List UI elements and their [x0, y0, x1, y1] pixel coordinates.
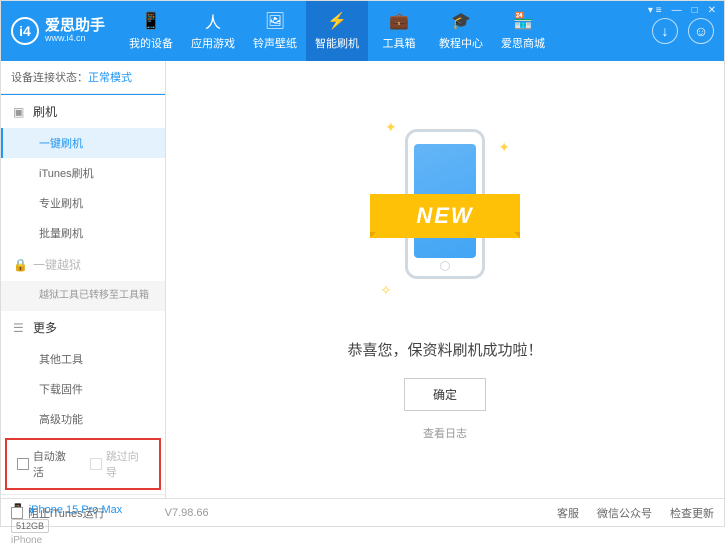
sidebar-item-batch-flash[interactable]: 批量刷机: [1, 218, 165, 248]
jailbreak-note: 越狱工具已转移至工具箱: [1, 281, 165, 311]
sidebar-section-more[interactable]: ☰更多: [1, 311, 165, 344]
sidebar-item-itunes-flash[interactable]: iTunes刷机: [1, 158, 165, 188]
sidebar-item-advanced[interactable]: 高级功能: [1, 404, 165, 434]
version-label: V7.98.66: [165, 507, 209, 519]
minimize-icon[interactable]: —: [672, 5, 682, 16]
sidebar-item-other-tools[interactable]: 其他工具: [1, 344, 165, 374]
nav-store[interactable]: 🏪爱思商城: [492, 1, 554, 61]
flash-section-icon: ▣: [13, 105, 27, 119]
profile-button[interactable]: ☺: [688, 18, 714, 44]
toolbox-icon: 💼: [389, 11, 409, 31]
sidebar-item-pro-flash[interactable]: 专业刷机: [1, 188, 165, 218]
maximize-icon[interactable]: □: [692, 5, 698, 16]
store-icon: 🏪: [513, 11, 533, 31]
block-itunes-checkbox[interactable]: 阻止iTunes运行: [11, 505, 105, 521]
sidebar-item-oneclick-flash[interactable]: 一键刷机: [1, 128, 165, 158]
sidebar: 设备连接状态：正常模式 ▣刷机 一键刷机 iTunes刷机 专业刷机 批量刷机 …: [1, 61, 166, 498]
device-info: 📱iPhone 15 Pro Max 512GB iPhone: [1, 494, 165, 554]
success-message: 恭喜您，保资料刷机成功啦！: [347, 339, 542, 360]
ok-button[interactable]: 确定: [404, 378, 486, 411]
nav-smart-flash[interactable]: ⚡智能刷机: [306, 1, 368, 61]
main-content: ✦ ✦ ✧ NEW 恭喜您，保资料刷机成功啦！ 确定 查看日志: [166, 61, 724, 498]
tutorial-icon: 🎓: [451, 11, 471, 31]
connection-status: 设备连接状态：正常模式: [1, 61, 165, 94]
sparkle-icon: ✦: [385, 119, 397, 136]
sparkle-icon: ✧: [380, 282, 392, 299]
app-url: www.i4.cn: [45, 34, 105, 44]
nav-apps-games[interactable]: 人应用游戏: [182, 1, 244, 61]
lock-icon: 🔒: [13, 258, 27, 272]
close-icon[interactable]: ✕: [708, 5, 716, 16]
nav-my-device[interactable]: 📱我的设备: [120, 1, 182, 61]
device-type: iPhone: [11, 535, 155, 546]
device-storage: 512GB: [11, 519, 49, 533]
flash-options-row: 自动激活 跳过向导: [5, 438, 161, 490]
new-ribbon: NEW: [370, 194, 520, 238]
main-nav: 📱我的设备 人应用游戏 🖼铃声壁纸 ⚡智能刷机 💼工具箱 🎓教程中心 🏪爱思商城: [120, 1, 652, 61]
nav-ringtone-wallpaper[interactable]: 🖼铃声壁纸: [244, 1, 306, 61]
app-header: i4 爱思助手 www.i4.cn 📱我的设备 人应用游戏 🖼铃声壁纸 ⚡智能刷…: [1, 1, 724, 61]
app-title: 爱思助手: [45, 18, 105, 35]
settings-icon[interactable]: ▾ ≡: [648, 5, 662, 16]
apps-icon: 人: [203, 11, 223, 31]
more-icon: ☰: [13, 321, 27, 335]
skip-guide-checkbox[interactable]: 跳过向导: [90, 448, 149, 480]
download-button[interactable]: ↓: [652, 18, 678, 44]
logo-icon: i4: [11, 17, 39, 45]
customer-service-link[interactable]: 客服: [557, 505, 579, 521]
sidebar-item-download-firmware[interactable]: 下载固件: [1, 374, 165, 404]
nav-tutorials[interactable]: 🎓教程中心: [430, 1, 492, 61]
success-illustration: ✦ ✦ ✧ NEW: [380, 119, 510, 319]
sidebar-section-flash[interactable]: ▣刷机: [1, 94, 165, 128]
view-log-link[interactable]: 查看日志: [423, 425, 467, 441]
wechat-link[interactable]: 微信公众号: [597, 505, 652, 521]
check-update-link[interactable]: 检查更新: [670, 505, 714, 521]
logo: i4 爱思助手 www.i4.cn: [11, 17, 105, 45]
sidebar-section-jailbreak: 🔒一键越狱: [1, 248, 165, 281]
wallpaper-icon: 🖼: [265, 11, 285, 31]
header-actions: ↓ ☺: [652, 18, 714, 44]
device-icon: 📱: [141, 11, 161, 31]
sparkle-icon: ✦: [498, 139, 510, 156]
window-controls: ▾ ≡ — □ ✕: [648, 5, 716, 16]
auto-activate-checkbox[interactable]: 自动激活: [17, 448, 76, 480]
nav-toolbox[interactable]: 💼工具箱: [368, 1, 430, 61]
flash-icon: ⚡: [327, 11, 347, 31]
